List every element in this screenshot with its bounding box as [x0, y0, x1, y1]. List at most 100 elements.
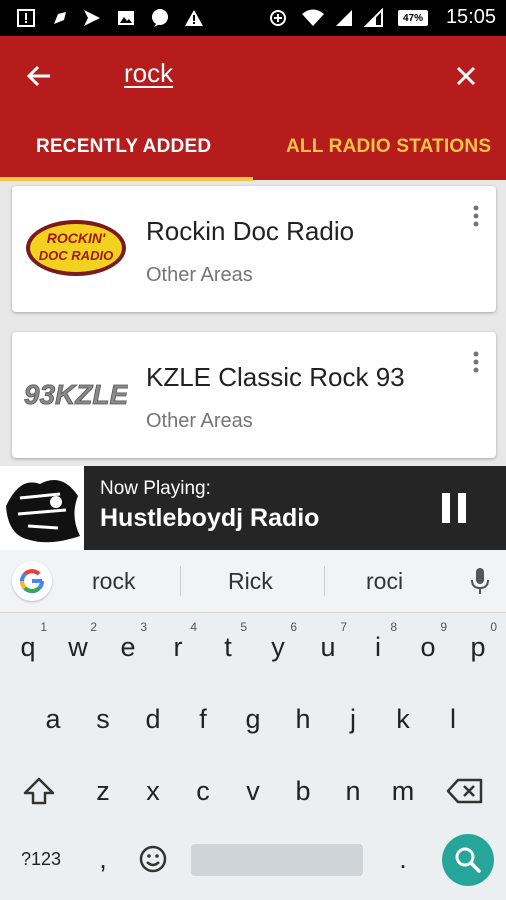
status-bar: 47% 15:05	[0, 0, 506, 36]
key-label: i	[375, 631, 381, 662]
station-name: Rockin Doc Radio	[146, 216, 355, 246]
suggestion-2[interactable]: Rick	[228, 568, 273, 595]
key-z[interactable]: z	[78, 762, 128, 820]
key-label: w	[68, 631, 88, 662]
key-b[interactable]: b	[278, 762, 328, 820]
key-hint: 9	[440, 620, 447, 634]
tab-all-radio-stations[interactable]: ALL RADIO STATIONS	[286, 136, 491, 158]
key-y[interactable]: 6y	[253, 618, 303, 676]
key-i[interactable]: 8i	[353, 618, 403, 676]
station-logo: ROCKIN' DOC RADIO	[24, 216, 128, 280]
suggestion-strip: rock Rick roci	[0, 550, 506, 613]
key-h[interactable]: h	[278, 690, 328, 748]
warning-icon	[184, 8, 204, 28]
key-o[interactable]: 9o	[403, 618, 453, 676]
key-hint: 7	[340, 620, 347, 634]
svg-text:93KZLE: 93KZLE	[24, 379, 128, 410]
key-hint: 6	[290, 620, 297, 634]
key-d[interactable]: d	[128, 690, 178, 748]
send-icon	[82, 8, 102, 28]
key-c[interactable]: c	[178, 762, 228, 820]
tab-recently-added[interactable]: RECENTLY ADDED	[36, 136, 211, 158]
key-hint: 2	[90, 620, 97, 634]
key-hint: 3	[140, 620, 147, 634]
station-area: Other Areas	[146, 410, 253, 432]
station-area: Other Areas	[146, 264, 253, 286]
signal-icon-2	[364, 8, 384, 28]
search-app-bar: rock RECENTLY ADDED ALL RADIO STATIONS	[0, 36, 506, 181]
suggestion-1[interactable]: rock	[92, 568, 135, 595]
suggestion-3[interactable]: roci	[366, 568, 403, 595]
key-f[interactable]: f	[178, 690, 228, 748]
station-artwork	[0, 466, 84, 550]
key-q[interactable]: 1q	[3, 618, 53, 676]
space-bar[interactable]	[191, 844, 363, 876]
station-card[interactable]: 93KZLE KZLE Classic Rock 93 Other Areas	[12, 332, 496, 458]
key-r[interactable]: 4r	[153, 618, 203, 676]
divider	[324, 566, 325, 596]
period-key[interactable]: .	[378, 830, 428, 888]
key-label: t	[224, 631, 232, 662]
key-g[interactable]: g	[228, 690, 278, 748]
key-hint: 8	[390, 620, 397, 634]
backspace-icon	[446, 778, 483, 804]
search-input[interactable]: rock	[124, 58, 173, 89]
key-p[interactable]: 0p	[453, 618, 503, 676]
key-label: q	[20, 631, 36, 662]
clock: 15:05	[445, 6, 496, 28]
divider	[180, 566, 181, 596]
key-w[interactable]: 2w	[53, 618, 103, 676]
shift-key[interactable]	[14, 762, 64, 820]
symbols-key[interactable]: ?123	[14, 830, 68, 888]
key-hint: 5	[240, 620, 247, 634]
mic-icon[interactable]	[468, 566, 492, 596]
key-m[interactable]: m	[378, 762, 428, 820]
station-name: KZLE Classic Rock 93	[146, 362, 405, 392]
google-icon[interactable]	[12, 561, 52, 601]
more-vert-icon[interactable]	[472, 204, 480, 228]
station-logo: 93KZLE	[23, 362, 129, 426]
key-hint: 4	[190, 620, 197, 634]
comma-key[interactable]: ,	[78, 830, 128, 888]
signal-icon	[334, 8, 354, 28]
key-u[interactable]: 7u	[303, 618, 353, 676]
backspace-key[interactable]	[440, 762, 490, 820]
now-playing-label: Now Playing:	[100, 478, 211, 499]
emoji-icon	[139, 845, 167, 873]
search-icon	[455, 847, 481, 873]
more-vert-icon[interactable]	[472, 350, 480, 374]
key-label: o	[420, 631, 436, 662]
key-a[interactable]: a	[28, 690, 78, 748]
android-icon	[50, 8, 70, 28]
battery-level: 47%	[398, 10, 428, 26]
key-hint: 1	[40, 620, 47, 634]
key-j[interactable]: j	[328, 690, 378, 748]
key-k[interactable]: k	[378, 690, 428, 748]
emoji-key[interactable]	[128, 830, 178, 888]
key-v[interactable]: v	[228, 762, 278, 820]
key-t[interactable]: 5t	[203, 618, 253, 676]
key-label: y	[271, 631, 285, 662]
station-card[interactable]: ROCKIN' DOC RADIO Rockin Doc Radio Other…	[12, 186, 496, 312]
key-e[interactable]: 3e	[103, 618, 153, 676]
key-hint: 0	[490, 620, 497, 634]
key-n[interactable]: n	[328, 762, 378, 820]
svg-text:ROCKIN': ROCKIN'	[47, 230, 106, 246]
key-x[interactable]: x	[128, 762, 178, 820]
image-icon	[116, 8, 136, 28]
shift-icon	[23, 777, 55, 805]
chat-icon	[150, 8, 170, 28]
close-icon[interactable]	[450, 60, 482, 92]
alert-icon	[16, 8, 36, 28]
svg-text:DOC RADIO: DOC RADIO	[39, 248, 113, 263]
key-l[interactable]: l	[428, 690, 478, 748]
key-label: r	[173, 631, 183, 662]
back-arrow-icon[interactable]	[24, 60, 56, 92]
soft-keyboard: rock Rick roci 1q 2w 3e 4r 5t 6y 7u 8i 9…	[0, 550, 506, 900]
key-s[interactable]: s	[78, 690, 128, 748]
pause-button[interactable]	[440, 492, 468, 524]
data-saver-icon	[268, 8, 288, 28]
key-label: p	[470, 631, 486, 662]
now-playing-bar[interactable]: Now Playing: Hustleboydj Radio	[0, 466, 506, 550]
search-key[interactable]	[442, 834, 494, 886]
